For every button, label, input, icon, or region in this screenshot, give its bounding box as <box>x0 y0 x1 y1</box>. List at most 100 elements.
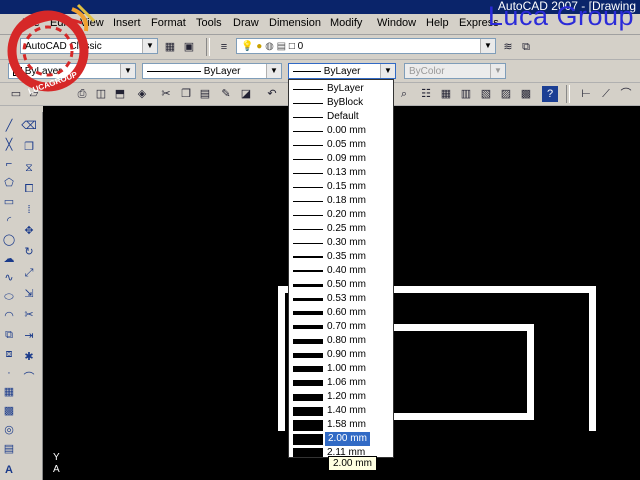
stretch-icon[interactable]: ⇲ <box>21 286 37 302</box>
lineweight-combo[interactable]: ByLayer ▼ <box>288 63 396 79</box>
menu-insert[interactable]: Insert <box>113 17 141 29</box>
insert-block-icon[interactable]: ⧉ <box>1 327 17 343</box>
chevron-down-icon[interactable]: ▼ <box>380 64 395 78</box>
array-icon[interactable]: ⁞ <box>21 202 37 218</box>
scale-icon[interactable]: ⤢ <box>21 265 37 281</box>
copy-icon[interactable]: ❐ <box>178 86 194 102</box>
arc-icon[interactable]: ◜ <box>1 213 17 229</box>
zoom-realtime-icon[interactable]: ⌕ <box>396 86 412 102</box>
lineweight-option[interactable]: Default <box>289 110 393 124</box>
calculator-icon[interactable]: ▩ <box>518 86 534 102</box>
lineweight-option[interactable]: 0.15 mm <box>289 180 393 194</box>
lineweight-option[interactable]: 0.40 mm <box>289 264 393 278</box>
design-center-icon[interactable]: ▦ <box>438 86 454 102</box>
lineweight-option[interactable]: 0.53 mm <box>289 292 393 306</box>
publish-icon[interactable]: ⬒ <box>112 86 128 102</box>
paste-icon[interactable]: ▤ <box>197 86 213 102</box>
lineweight-option[interactable]: 0.80 mm <box>289 334 393 348</box>
lineweight-option[interactable]: 0.90 mm <box>289 348 393 362</box>
lineweight-option[interactable]: 0.09 mm <box>289 152 393 166</box>
construction-line-icon[interactable]: ╳ <box>1 137 17 153</box>
undo-icon[interactable]: ↶ <box>264 86 280 102</box>
move-icon[interactable]: ✥ <box>21 223 37 239</box>
lineweight-option[interactable]: 2.00 mm <box>289 432 393 446</box>
circle-icon[interactable]: ◯ <box>1 232 17 248</box>
lineweight-option[interactable]: 0.18 mm <box>289 194 393 208</box>
sheet-set-icon[interactable]: ▧ <box>478 86 494 102</box>
polyline-icon[interactable]: ⌐ <box>1 156 17 172</box>
match-properties-icon[interactable]: ✎ <box>218 86 234 102</box>
menu-draw[interactable]: Draw <box>233 17 259 29</box>
3d-dwf-icon[interactable]: ◈ <box>134 86 150 102</box>
revcloud-icon[interactable]: ☁ <box>1 251 17 267</box>
menu-format[interactable]: Format <box>151 17 186 29</box>
lineweight-option[interactable]: 0.00 mm <box>289 124 393 138</box>
erase-icon[interactable]: ⌫ <box>21 118 37 134</box>
layer-combo[interactable]: 💡 ● ◍ ▤ □ 0 ▼ <box>236 38 496 54</box>
workspace-save-icon[interactable]: ▣ <box>181 39 197 55</box>
lineweight-option[interactable]: 0.50 mm <box>289 278 393 292</box>
linear-dimension-icon[interactable]: ⊢ <box>578 86 594 102</box>
lineweight-option[interactable]: 1.20 mm <box>289 390 393 404</box>
linetype-combo[interactable]: ByLayer ▼ <box>142 63 282 79</box>
cut-icon[interactable]: ✂ <box>158 86 174 102</box>
lineweight-option[interactable]: 0.05 mm <box>289 138 393 152</box>
menu-modify[interactable]: Modify <box>330 17 362 29</box>
inner-rectangle[interactable] <box>388 324 534 420</box>
fillet-icon[interactable]: ⌒ <box>21 370 37 386</box>
lineweight-option[interactable]: 1.40 mm <box>289 404 393 418</box>
lineweight-option[interactable]: 1.58 mm <box>289 418 393 432</box>
lineweight-option[interactable]: 0.25 mm <box>289 222 393 236</box>
aligned-dimension-icon[interactable]: ⟋ <box>598 86 614 102</box>
layer-previous-icon[interactable]: ⧉ <box>518 39 534 55</box>
rotate-icon[interactable]: ↻ <box>21 244 37 260</box>
ellipse-arc-icon[interactable]: ◠ <box>1 308 17 324</box>
lineweight-option[interactable]: 0.13 mm <box>289 166 393 180</box>
gradient-icon[interactable]: ▩ <box>1 403 17 419</box>
block-editor-icon[interactable]: ◪ <box>238 86 254 102</box>
workspace-settings-icon[interactable]: ▦ <box>162 39 178 55</box>
chevron-down-icon[interactable]: ▼ <box>266 64 281 78</box>
lineweight-option[interactable]: 0.60 mm <box>289 306 393 320</box>
lineweight-option[interactable]: ByBlock <box>289 96 393 110</box>
lineweight-option[interactable]: 0.20 mm <box>289 208 393 222</box>
mirror-icon[interactable]: ⧖ <box>21 160 37 176</box>
menu-window[interactable]: Window <box>377 17 416 29</box>
copy-object-icon[interactable]: ❐ <box>21 139 37 155</box>
polygon-icon[interactable]: ⬠ <box>1 175 17 191</box>
menu-tools[interactable]: Tools <box>196 17 222 29</box>
lineweight-option[interactable]: 0.35 mm <box>289 250 393 264</box>
tool-palettes-icon[interactable]: ▥ <box>458 86 474 102</box>
offset-icon[interactable]: ⧠ <box>21 181 37 197</box>
menu-dimension[interactable]: Dimension <box>269 17 321 29</box>
lineweight-dropdown[interactable]: ByLayer ByBlock Default 0.00 mm 0.05 mm 0.09 … <box>288 79 394 458</box>
ellipse-icon[interactable]: ⬭ <box>1 289 17 305</box>
line-icon[interactable]: ╱ <box>1 118 17 134</box>
multiline-text-icon[interactable]: A <box>1 462 17 478</box>
layer-manager-icon[interactable]: ≡ <box>216 39 232 55</box>
region-icon[interactable]: ◎ <box>1 422 17 438</box>
extend-icon[interactable]: ⇥ <box>21 328 37 344</box>
lineweight-option[interactable]: 1.00 mm <box>289 362 393 376</box>
table-icon[interactable]: ▤ <box>1 441 17 457</box>
explode-icon[interactable]: ✱ <box>21 349 37 365</box>
lineweight-option[interactable]: 1.06 mm <box>289 376 393 390</box>
spline-icon[interactable]: ∿ <box>1 270 17 286</box>
help-icon[interactable]: ? <box>542 86 558 102</box>
hatch-icon[interactable]: ▦ <box>1 384 17 400</box>
chevron-down-icon[interactable]: ▼ <box>480 39 495 53</box>
lineweight-option[interactable]: ByLayer <box>289 82 393 96</box>
markup-icon[interactable]: ▨ <box>498 86 514 102</box>
trim-icon[interactable]: ✂ <box>21 307 37 323</box>
lineweight-option[interactable]: 0.30 mm <box>289 236 393 250</box>
menu-help[interactable]: Help <box>426 17 449 29</box>
properties-icon[interactable]: ☷ <box>418 86 434 102</box>
lineweight-option[interactable]: 0.70 mm <box>289 320 393 334</box>
chevron-down-icon[interactable]: ▼ <box>120 64 135 78</box>
point-icon[interactable]: · <box>1 365 17 381</box>
arc-length-icon[interactable]: ⌒ <box>618 86 634 102</box>
make-object-layer-current-icon[interactable]: ≋ <box>500 39 516 55</box>
rectangle-icon[interactable]: ▭ <box>1 194 17 210</box>
chevron-down-icon[interactable]: ▼ <box>142 39 157 53</box>
make-block-icon[interactable]: ⧈ <box>1 346 17 362</box>
